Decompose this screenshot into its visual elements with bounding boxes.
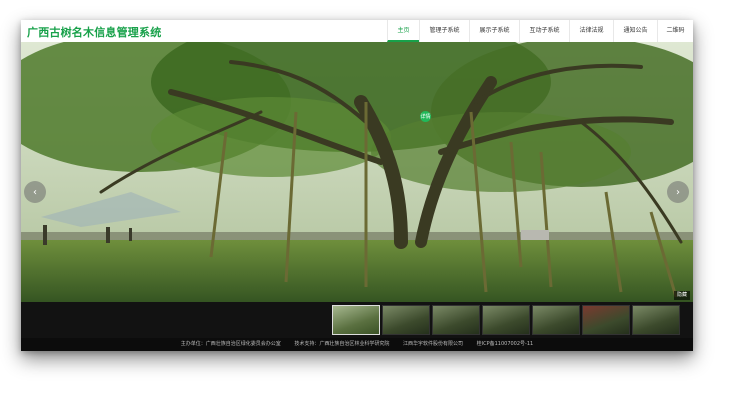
hide-thumbnails-button[interactable]: 隐藏 xyxy=(673,291,690,300)
main-nav: 主页 管理子系统 展示子系统 互动子系统 法律法规 通知公告 二维码 xyxy=(387,20,693,42)
thumbnail-6[interactable] xyxy=(582,305,630,335)
nav-item-interaction[interactable]: 互动子系统 xyxy=(519,20,569,42)
footer-tech-support: 技术支持：广西壮族自治区林业科学研究院 xyxy=(294,341,390,347)
chevron-right-icon: › xyxy=(676,186,680,198)
app-window: 广西古树名木信息管理系统 主页 管理子系统 展示子系统 互动子系统 法律法规 通… xyxy=(21,20,693,351)
nav-item-laws[interactable]: 法律法规 xyxy=(569,20,613,42)
banyan-tree-photo xyxy=(21,42,693,302)
nav-item-notices[interactable]: 通知公告 xyxy=(613,20,657,42)
site-title[interactable]: 广西古树名木信息管理系统 xyxy=(27,24,161,40)
nav-item-home[interactable]: 主页 xyxy=(387,20,419,42)
thumbnail-strip xyxy=(21,302,693,338)
thumbnail-3[interactable] xyxy=(432,305,480,335)
thumbnail-1[interactable] xyxy=(332,305,380,335)
panorama-hero[interactable]: ‹ › 详情 xyxy=(21,42,693,302)
footer-icp[interactable]: 桂ICP备11007002号-11 xyxy=(477,341,534,347)
prev-scene-button[interactable]: ‹ xyxy=(24,181,46,203)
nav-item-management[interactable]: 管理子系统 xyxy=(419,20,469,42)
nav-item-display[interactable]: 展示子系统 xyxy=(469,20,519,42)
footer-sponsor: 主办单位：广西壮族自治区绿化委员会办公室 xyxy=(180,341,281,347)
chevron-left-icon: ‹ xyxy=(33,186,37,198)
footer-company: 江西华宇软件股份有限公司 xyxy=(403,341,464,347)
thumbnail-4[interactable] xyxy=(482,305,530,335)
footer: 主办单位：广西壮族自治区绿化委员会办公室 技术支持：广西壮族自治区林业科学研究院… xyxy=(21,338,693,351)
info-hotspot[interactable]: 详情 xyxy=(420,111,431,122)
nav-item-qrcode[interactable]: 二维码 xyxy=(657,20,693,42)
thumbnail-7[interactable] xyxy=(632,305,680,335)
next-scene-button[interactable]: › xyxy=(667,181,689,203)
top-header: 广西古树名木信息管理系统 主页 管理子系统 展示子系统 互动子系统 法律法规 通… xyxy=(21,20,693,43)
thumbnail-5[interactable] xyxy=(532,305,580,335)
thumbnail-2[interactable] xyxy=(382,305,430,335)
